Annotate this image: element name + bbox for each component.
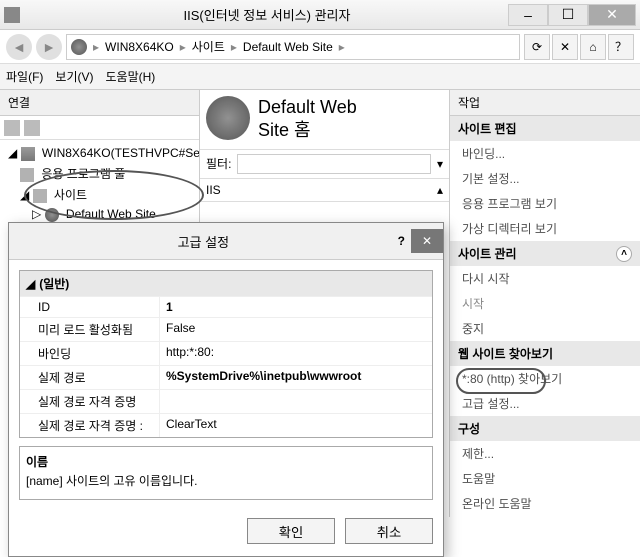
dialog-help-icon[interactable]: ? <box>398 234 405 248</box>
connections-header: 연결 <box>0 90 199 116</box>
action-online-help[interactable]: 온라인 도움말 <box>450 491 640 516</box>
connections-toolbar <box>0 116 199 140</box>
stop-icon[interactable]: ✕ <box>552 34 578 60</box>
breadcrumb[interactable]: ▸ WIN8X64KO ▸ 사이트 ▸ Default Web Site ▸ <box>66 34 520 60</box>
nav-forward-button[interactable]: ► <box>36 34 62 60</box>
cancel-button[interactable]: 취소 <box>345 518 433 544</box>
action-restart[interactable]: 다시 시작 <box>450 266 640 291</box>
iis-group-label: IIS <box>206 183 221 197</box>
prop-physical-path[interactable]: 실제 경로 %SystemDrive%\inetpub\wwwroot <box>20 365 432 389</box>
prop-physical-path-cred-logon[interactable]: 실제 경로 자격 증명 : ClearText <box>20 413 432 437</box>
page-title: Default Web Site 홈 <box>258 96 357 143</box>
server-icon <box>21 147 35 161</box>
dialog-titlebar: 고급 설정 ? ✕ <box>9 223 443 260</box>
menu-help[interactable]: 도움말(H) <box>105 68 155 85</box>
action-view-vdirs[interactable]: 가상 디렉터리 보기 <box>450 216 640 241</box>
actions-header: 작업 <box>450 90 640 116</box>
group-config: 구성 <box>450 416 640 441</box>
action-adv-settings[interactable]: 고급 설정... <box>450 391 640 416</box>
window-title: IIS(인터넷 정보 서비스) 관리자 <box>26 5 508 24</box>
tree-app-pools-label: 응용 프로그램 풀 <box>41 167 125 181</box>
property-description: 이름 [name] 사이트의 고유 이름입니다. <box>19 446 433 500</box>
tree-sites-node[interactable]: ◢ 사이트 <box>2 184 197 205</box>
folder-icon <box>33 189 47 203</box>
advanced-settings-dialog: 고급 설정 ? ✕ ◢ (일반) ID 1 미리 로드 활성화됨 False 바… <box>8 222 444 557</box>
action-help[interactable]: 도움말 <box>450 466 640 491</box>
minimize-button[interactable]: – <box>508 4 548 26</box>
action-start[interactable]: 시작 <box>450 291 640 316</box>
tree-server-label: WIN8X64KO(TESTHVPC#Sec <box>42 146 200 160</box>
breadcrumb-item[interactable]: WIN8X64KO <box>105 40 174 54</box>
app-icon <box>4 7 20 23</box>
action-view-apps[interactable]: 응용 프로그램 보기 <box>450 191 640 216</box>
connections-tree: ◢ WIN8X64KO(TESTHVPC#Sec 응용 프로그램 풀 ◢ 사이트… <box>0 140 199 228</box>
collapse-icon[interactable]: ˄ <box>616 246 632 262</box>
tree-default-site[interactable]: ▷ Default Web Site <box>2 205 197 224</box>
action-basic-settings[interactable]: 기본 설정... <box>450 166 640 191</box>
action-browse-80[interactable]: *:80 (http) 찾아보기 <box>450 366 640 391</box>
ok-button[interactable]: 확인 <box>247 518 335 544</box>
tree-app-pools[interactable]: 응용 프로그램 풀 <box>2 163 197 184</box>
dialog-close-button[interactable]: ✕ <box>411 229 443 253</box>
chevron-up-icon[interactable]: ▴ <box>437 183 443 197</box>
menu-file[interactable]: 파일(F) <box>6 68 43 85</box>
window-controls: – ☐ ✕ <box>508 4 636 26</box>
group-edit-site: 사이트 편집 <box>450 116 640 141</box>
property-category[interactable]: ◢ (일반) <box>20 271 432 296</box>
actions-panel: 작업 탐색 사용 권한 편집... 사이트 편집 바인딩... 기본 설정...… <box>450 90 640 517</box>
refresh-icon[interactable]: ⟳ <box>524 34 550 60</box>
refresh-tree-icon[interactable] <box>24 120 40 136</box>
property-grid[interactable]: ◢ (일반) ID 1 미리 로드 활성화됨 False 바인딩 http:*:… <box>19 270 433 438</box>
action-limits[interactable]: 제한... <box>450 441 640 466</box>
iis-group-header[interactable]: IIS ▴ <box>200 179 449 202</box>
menu-view[interactable]: 보기(V) <box>55 68 93 85</box>
breadcrumb-item[interactable]: 사이트 <box>192 38 225 55</box>
prop-id[interactable]: ID 1 <box>20 296 432 317</box>
maximize-button[interactable]: ☐ <box>548 4 588 26</box>
site-icon <box>206 96 250 140</box>
action-stop[interactable]: 중지 <box>450 316 640 341</box>
header-toolbar: ⟳ ✕ ⌂ ？ <box>524 34 634 60</box>
tree-sites-label: 사이트 <box>54 188 87 202</box>
dialog-title: 고급 설정 <box>9 232 398 251</box>
nav-back-button[interactable]: ◄ <box>6 34 32 60</box>
prop-preload[interactable]: 미리 로드 활성화됨 False <box>20 317 432 341</box>
filter-dropdown-icon[interactable]: ▾ <box>437 157 443 171</box>
help-icon[interactable]: ？ <box>608 34 634 60</box>
globe-icon <box>71 39 87 55</box>
breadcrumb-item[interactable]: Default Web Site <box>243 40 333 54</box>
prop-binding[interactable]: 바인딩 http:*:80: <box>20 341 432 365</box>
prop-physical-path-cred[interactable]: 실제 경로 자격 증명 <box>20 389 432 413</box>
tree-default-site-label: Default Web Site <box>66 207 156 221</box>
breadcrumb-bar: ◄ ► ▸ WIN8X64KO ▸ 사이트 ▸ Default Web Site… <box>0 30 640 64</box>
filter-label: 필터: <box>206 155 231 172</box>
group-manage-site: 사이트 관리 ˄ <box>450 241 640 266</box>
home-icon[interactable]: ⌂ <box>580 34 606 60</box>
save-tree-icon[interactable] <box>4 120 20 136</box>
filter-row: 필터: ▾ <box>200 149 449 179</box>
menubar: 파일(F) 보기(V) 도움말(H) <box>0 64 640 90</box>
folder-icon <box>20 168 34 182</box>
filter-input[interactable] <box>237 154 431 174</box>
close-button[interactable]: ✕ <box>588 4 636 26</box>
tree-server-node[interactable]: ◢ WIN8X64KO(TESTHVPC#Sec <box>2 144 197 163</box>
group-browse: 웹 사이트 찾아보기 <box>450 341 640 366</box>
globe-icon <box>45 208 59 222</box>
action-bindings[interactable]: 바인딩... <box>450 141 640 166</box>
titlebar: IIS(인터넷 정보 서비스) 관리자 – ☐ ✕ <box>0 0 640 30</box>
